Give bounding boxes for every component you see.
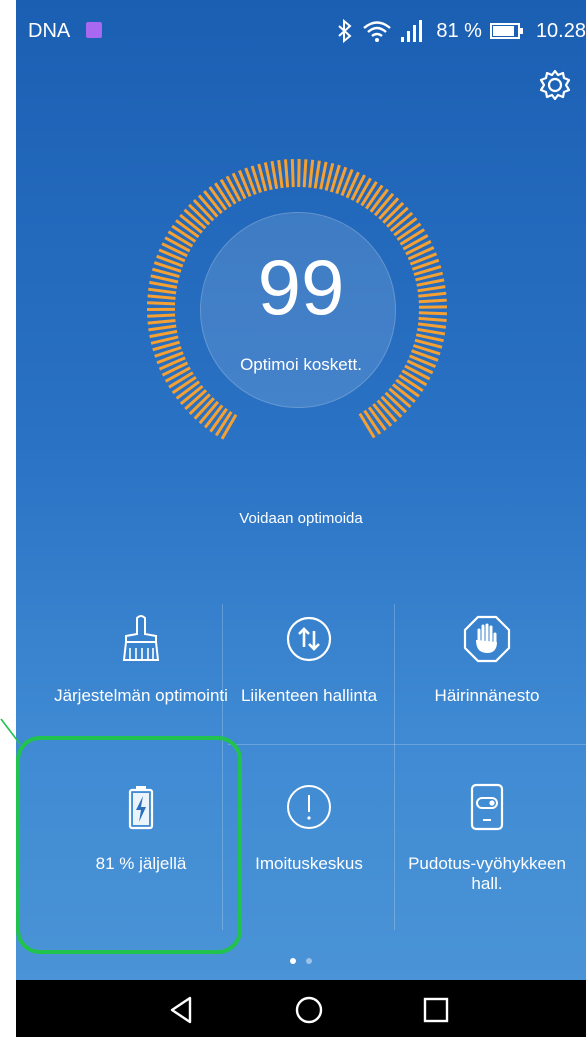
traffic-icon [286,616,332,662]
tile-notification-center[interactable]: Imoituskeskus [214,768,404,936]
optimize-action-label: Optimoi koskett. [240,355,362,374]
tile-traffic-management[interactable]: Liikenteen hallinta [214,600,404,768]
highlight-box [16,736,242,954]
arrow-icon [0,718,21,745]
tile-label: Imoituskeskus [255,854,363,873]
gauge-tick [290,159,295,188]
page-dot-active [289,958,296,964]
dropzone-icon [470,783,504,831]
gauge-tick [263,162,273,191]
tile-disturbance-protection[interactable]: Häirinnänesto [392,600,582,768]
gauge-tick [219,178,237,205]
notification-icon [287,785,331,829]
broom-icon [122,615,160,661]
tile-label: Pudotus-vyöhykkeen hall. [408,854,566,893]
page-dot [306,958,313,964]
gauge-tick [270,160,279,189]
gauge-tick [415,333,444,343]
tile-label: Järjestelmän optimointi [54,686,228,705]
gauge-tick [308,159,315,188]
hand-icon [463,615,511,663]
gauge-tick [220,413,238,440]
navigation-bar [16,980,586,1037]
gauge-tick [284,159,290,188]
back-icon[interactable] [164,992,200,1028]
optimization-score: 99 [257,243,345,331]
tile-dropzone-management[interactable]: Pudotus-vyöhykkeen hall. [392,768,582,936]
home-icon[interactable] [291,992,327,1028]
tile-label: Liikenteen hallinta [240,686,378,705]
gauge-tick [302,159,308,188]
gauge-tick [319,161,328,190]
tile-label: Häirinnänesto [434,686,540,705]
gauge-tick [225,175,242,202]
gauge-tick [358,412,376,439]
optimization-hint: Voidaan optimoida [239,510,363,527]
gauge-tick [277,159,284,189]
gauge-tick [355,177,372,204]
recents-icon[interactable] [418,992,454,1028]
gauge-tick [313,160,321,189]
